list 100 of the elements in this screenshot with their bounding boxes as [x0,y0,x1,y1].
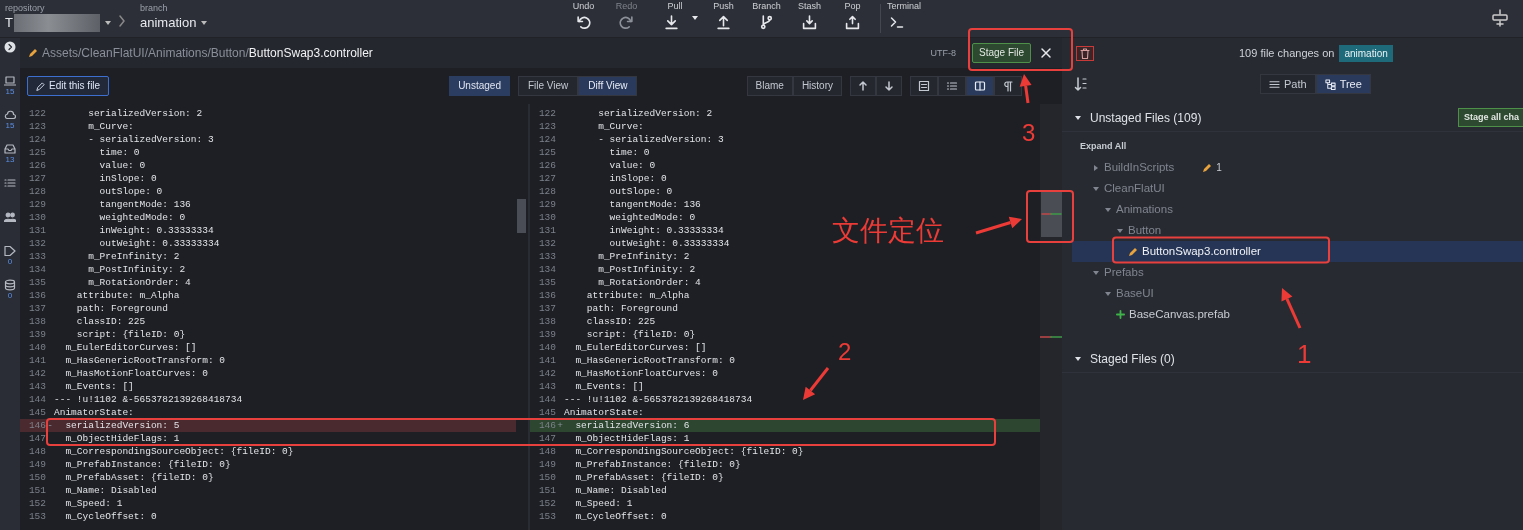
code-line: serializedVersion: 5 [64,419,180,432]
caret-icon [1092,163,1100,172]
close-icon[interactable] [1040,47,1052,59]
annotation-box [1026,190,1074,243]
code-line: m_PostInfinity: 2 [597,263,696,276]
caret-icon[interactable] [200,19,209,27]
line-number: 144 [27,393,46,406]
code-line: path: Foreground [585,302,679,315]
list-icon[interactable] [4,177,16,189]
terminal-button[interactable]: Terminal [887,0,927,37]
database-icon[interactable] [4,279,16,291]
code-line: script: {fileID: 0} [585,328,696,341]
split-pane-icon [974,80,986,92]
line-number: 147 [537,432,556,445]
section-toggle[interactable]: Unstaged Files (109) [1074,108,1202,127]
code-line: m_CorrespondingSourceObject: {fileID: 0} [64,445,294,458]
expand-circle-icon[interactable] [4,41,16,53]
code-line: m_PostInfinity: 2 [87,263,186,276]
code-line: serializedVersion: 2 [597,107,713,120]
line-number: 152 [27,497,46,510]
repository-name[interactable]: T [5,14,13,32]
layout-button[interactable] [994,76,1022,96]
line-number: 150 [27,471,46,484]
line-number: 137 [27,302,46,315]
stage-file-button[interactable]: Stage File [971,43,1031,63]
toolbar-pull-button[interactable]: Pull [648,0,702,37]
caret-icon[interactable] [104,19,112,27]
section-toggle[interactable]: Staged Files (0) [1074,349,1175,368]
branch-label: branch [140,3,169,14]
line-number: 148 [27,445,46,458]
line-number: 145 [537,406,556,419]
tree-item[interactable]: Button [1062,220,1523,241]
history-button[interactable]: History [792,76,842,96]
tree-item[interactable]: Prefabs [1062,262,1523,283]
tree-item[interactable]: CleanFlatUI [1062,178,1523,199]
tree-item[interactable]: BaseUI [1062,283,1523,304]
mode-tab[interactable]: Tree [1315,74,1371,94]
line-number: 152 [537,497,556,510]
annotation-label: 1 [1297,341,1312,367]
mode-tab[interactable]: Path [1260,74,1316,94]
layout-button[interactable] [966,76,994,96]
tag-icon[interactable] [4,245,16,257]
toolbar-stash-button[interactable]: Stash [788,0,831,37]
inbox-icon[interactable] [4,143,16,155]
line-number: 136 [27,289,46,302]
line-number: 122 [27,107,46,120]
stage-all-button[interactable]: Stage all cha [1457,108,1523,127]
pilcrow-icon [1002,80,1014,92]
view-tab[interactable]: File View [517,76,579,96]
people-icon[interactable] [4,211,16,223]
sort-icon[interactable] [1074,76,1088,92]
code-line: m_HasGenericRootTransform: 0 [574,354,736,367]
view-tab[interactable]: Diff View [578,76,638,96]
code-line: value: 0 [98,159,146,172]
tree-item[interactable]: BaseCanvas.prefab [1062,304,1523,325]
list-icon [946,80,958,92]
tray-up-icon [845,15,860,30]
arrow-down-icon [883,80,895,92]
tree-item[interactable]: ButtonSwap3.controller [1072,241,1523,262]
layout-toggle-icon[interactable] [1491,9,1509,27]
arrow-up-button[interactable] [850,76,876,96]
code-line: outSlope: 0 [608,185,673,198]
arrow-down-button[interactable] [876,76,902,96]
branch-name[interactable]: animation [140,14,197,32]
line-number: 148 [537,445,556,458]
badge-count: 15 [5,121,15,130]
caret-icon [1092,184,1100,193]
encoding-label: UTF-8 [930,47,956,59]
line-number: 133 [27,250,46,263]
tree-item[interactable]: BuildInScripts 1 [1062,157,1523,178]
code-line: attribute: m_Alpha [585,289,690,302]
code-line: m_Events: [] [64,380,134,393]
code-line: outWeight: 0.33333334 [98,237,220,250]
code-line: - serializedVersion: 3 [597,133,724,146]
tree-item[interactable]: Animations [1062,199,1523,220]
code-line: inWeight: 0.33333334 [98,224,214,237]
code-line: path: Foreground [75,302,169,315]
line-number: 141 [27,354,46,367]
edit-file-button[interactable]: Edit this file [27,76,110,96]
toolbar-branch-button[interactable]: Branch [745,0,788,37]
line-number: 149 [27,458,46,471]
upload-arrow-icon [716,15,731,30]
code-line: m_RotationOrder: 4 [87,276,191,289]
expand-all-link[interactable]: Expand All [1062,132,1523,157]
laptop-icon[interactable] [4,75,16,87]
cloud-icon[interactable] [4,109,16,121]
toolbar-push-button[interactable]: Push [702,0,745,37]
file-name: ButtonSwap3.controller [248,45,373,62]
layout-button[interactable] [910,76,938,96]
discard-button[interactable] [1076,45,1094,61]
toolbar-pop-button[interactable]: Pop [831,0,874,37]
line-number: 134 [27,263,46,276]
code-line: classID: 225 [75,315,146,328]
history-button[interactable]: Blame [746,76,793,96]
line-number: 135 [537,276,556,289]
code-line: outSlope: 0 [98,185,163,198]
code-line: m_ObjectHideFlags: 1 [64,432,180,445]
code-line: weightedMode: 0 [608,211,696,224]
toolbar-undo-button[interactable]: Undo [562,0,605,37]
scrollbar-thumb[interactable] [517,199,526,233]
